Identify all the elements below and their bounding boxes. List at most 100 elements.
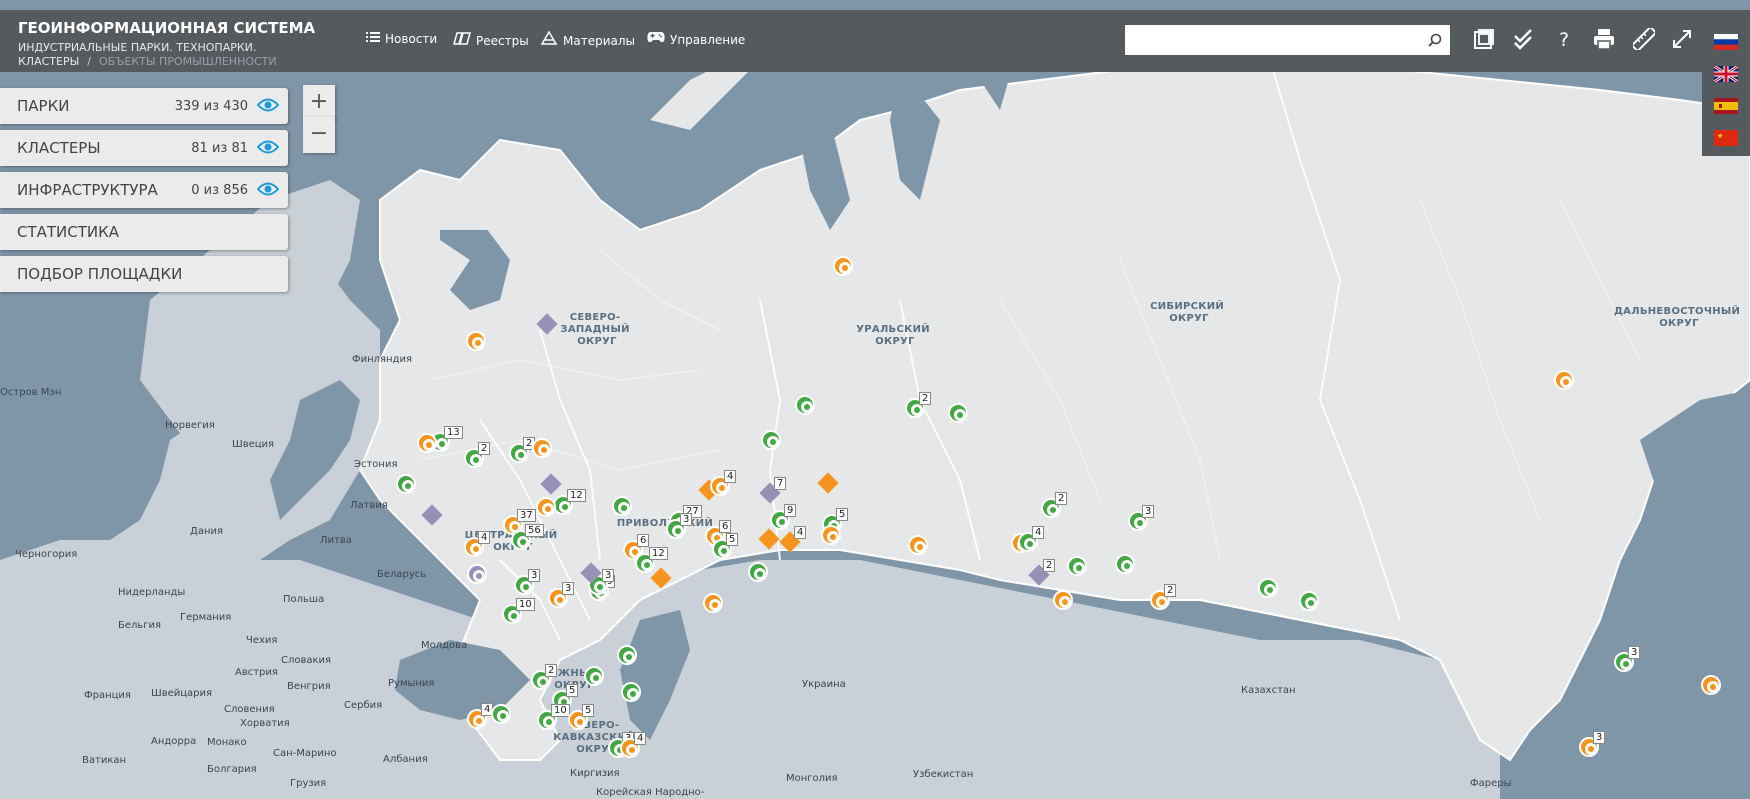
- panel-site-selection[interactable]: ПОДБОР ПЛОЩАДКИ: [0, 256, 288, 292]
- cluster-marker[interactable]: [948, 403, 968, 423]
- marker-count-badge[interactable]: 4: [794, 526, 807, 539]
- cluster-marker[interactable]: [795, 395, 815, 415]
- flag-es-icon[interactable]: [1714, 98, 1738, 114]
- park-marker[interactable]: [417, 433, 437, 453]
- check-all-icon[interactable]: [1512, 28, 1536, 52]
- zoom-in-button[interactable]: +: [303, 85, 335, 121]
- marker-count-badge[interactable]: 3: [602, 569, 615, 582]
- cluster-marker[interactable]: [1299, 591, 1319, 611]
- marker-count-badge[interactable]: 7: [774, 477, 787, 490]
- infrastructure-marker[interactable]: [467, 564, 487, 584]
- marker-count-badge[interactable]: 5: [836, 508, 849, 521]
- cluster-marker[interactable]: [1258, 578, 1278, 598]
- marker-count-badge[interactable]: 3: [1593, 731, 1606, 744]
- marker-count-badge[interactable]: 4: [1032, 526, 1045, 539]
- park-marker[interactable]: [1053, 590, 1073, 610]
- layer-clusters[interactable]: КЛАСТЕРЫ 81 из 81: [0, 130, 288, 166]
- subtitle-line-1: ИНДУСТРИАЛЬНЫЕ ПАРКИ. ТЕХНОПАРКИ.: [18, 41, 257, 54]
- marker-count-badge[interactable]: 6: [719, 520, 732, 533]
- cluster-marker[interactable]: [491, 704, 511, 724]
- marker-count-badge[interactable]: 3: [1142, 505, 1155, 518]
- marker-count-badge[interactable]: 2: [1055, 492, 1068, 505]
- cluster-marker[interactable]: [748, 562, 768, 582]
- marker-count-badge[interactable]: 56: [525, 524, 544, 537]
- cluster-marker[interactable]: [761, 430, 781, 450]
- marker-dot: [541, 447, 547, 453]
- marker-count-badge[interactable]: 3: [680, 513, 693, 526]
- marker-count-badge[interactable]: 10: [551, 704, 570, 717]
- park-marker[interactable]: [833, 256, 853, 276]
- marker-count-badge[interactable]: 37: [517, 509, 536, 522]
- label-estonia: Эстония: [354, 459, 397, 470]
- park-marker[interactable]: [703, 593, 723, 613]
- flag-ru-icon[interactable]: [1714, 34, 1738, 50]
- marker-count-badge[interactable]: 2: [919, 392, 932, 405]
- layers-icon[interactable]: [1472, 28, 1496, 52]
- marker-count-badge[interactable]: 3: [562, 582, 575, 595]
- print-icon[interactable]: [1592, 28, 1616, 52]
- gamepad-icon: [647, 31, 665, 48]
- marker-count-badge[interactable]: 10: [516, 598, 535, 611]
- marker-count-badge[interactable]: 5: [566, 684, 579, 697]
- marker-count-badge[interactable]: 2: [1043, 559, 1056, 572]
- fullscreen-icon[interactable]: [1670, 28, 1694, 52]
- panel-statistics[interactable]: СТАТИСТИКА: [0, 214, 288, 250]
- marker-count-badge[interactable]: 13: [444, 426, 463, 439]
- park-marker[interactable]: [536, 497, 556, 517]
- nav-materials[interactable]: Материалы: [540, 30, 635, 49]
- park-marker[interactable]: [532, 438, 552, 458]
- park-marker[interactable]: [1554, 370, 1574, 390]
- cluster-marker[interactable]: [621, 682, 641, 702]
- layer-infrastructure[interactable]: ИНФРАСТРУКТУРА 0 из 856: [0, 172, 288, 208]
- help-icon[interactable]: ?: [1552, 28, 1576, 52]
- marker-count-badge[interactable]: 2: [478, 442, 491, 455]
- cluster-marker[interactable]: [1067, 556, 1087, 576]
- flag-en-icon[interactable]: [1714, 66, 1738, 82]
- marker-count-badge[interactable]: 2: [545, 664, 558, 677]
- marker-count-badge[interactable]: 6: [637, 534, 650, 547]
- eye-icon[interactable]: [256, 181, 280, 197]
- cluster-marker[interactable]: [1115, 554, 1135, 574]
- zoom-out-button[interactable]: −: [303, 117, 335, 153]
- nav-materials-label: Материалы: [563, 34, 635, 48]
- cluster-marker[interactable]: [612, 496, 632, 516]
- marker-dot: [629, 747, 635, 753]
- search-input[interactable]: [1125, 25, 1415, 55]
- marker-count-badge[interactable]: 3: [1628, 646, 1641, 659]
- park-marker[interactable]: [821, 525, 841, 545]
- eye-icon[interactable]: [256, 139, 280, 155]
- marker-count-badge[interactable]: 9: [784, 504, 797, 517]
- label-france: Франция: [84, 690, 131, 701]
- marker-count-badge[interactable]: 2: [1164, 584, 1177, 597]
- park-marker[interactable]: [466, 331, 486, 351]
- ruler-icon[interactable]: [1630, 25, 1658, 53]
- marker-count-badge[interactable]: 5: [726, 533, 739, 546]
- marker-count-badge[interactable]: 5: [582, 704, 595, 717]
- nav-registries[interactable]: Реестры: [453, 31, 529, 49]
- cluster-marker[interactable]: [617, 645, 637, 665]
- marker-count-badge[interactable]: 4: [634, 732, 647, 745]
- breadcrumb-clusters[interactable]: КЛАСТЕРЫ: [18, 55, 79, 68]
- marker-dot: [644, 562, 650, 568]
- eye-icon[interactable]: [256, 97, 280, 113]
- label-latvia: Латвия: [350, 500, 388, 511]
- cluster-marker[interactable]: [584, 666, 604, 686]
- nav-news[interactable]: Новости: [366, 31, 437, 47]
- marker-count-badge[interactable]: 4: [724, 470, 737, 483]
- nav-management[interactable]: Управление: [647, 31, 745, 48]
- flag-zh-icon[interactable]: ★: [1714, 130, 1738, 146]
- label-nagorno: Корейская Народно-: [596, 787, 705, 798]
- label-belgium: Бельгия: [118, 620, 161, 631]
- marker-count-badge[interactable]: 4: [478, 531, 491, 544]
- label-finland: Финляндия: [352, 354, 412, 365]
- breadcrumb-industry-objects[interactable]: ОБЪЕКТЫ ПРОМЫШЛЕННОСТИ: [99, 55, 277, 68]
- marker-count-badge[interactable]: 12: [567, 489, 586, 502]
- cluster-marker[interactable]: [396, 474, 416, 494]
- park-marker[interactable]: [1701, 675, 1721, 695]
- svg-text:★: ★: [1717, 132, 1723, 140]
- park-marker[interactable]: [908, 535, 928, 555]
- marker-count-badge[interactable]: 3: [528, 569, 541, 582]
- layer-parks[interactable]: ПАРКИ 339 из 430: [0, 88, 288, 124]
- search-icon[interactable]: [1428, 32, 1442, 47]
- marker-count-badge[interactable]: 12: [649, 547, 668, 560]
